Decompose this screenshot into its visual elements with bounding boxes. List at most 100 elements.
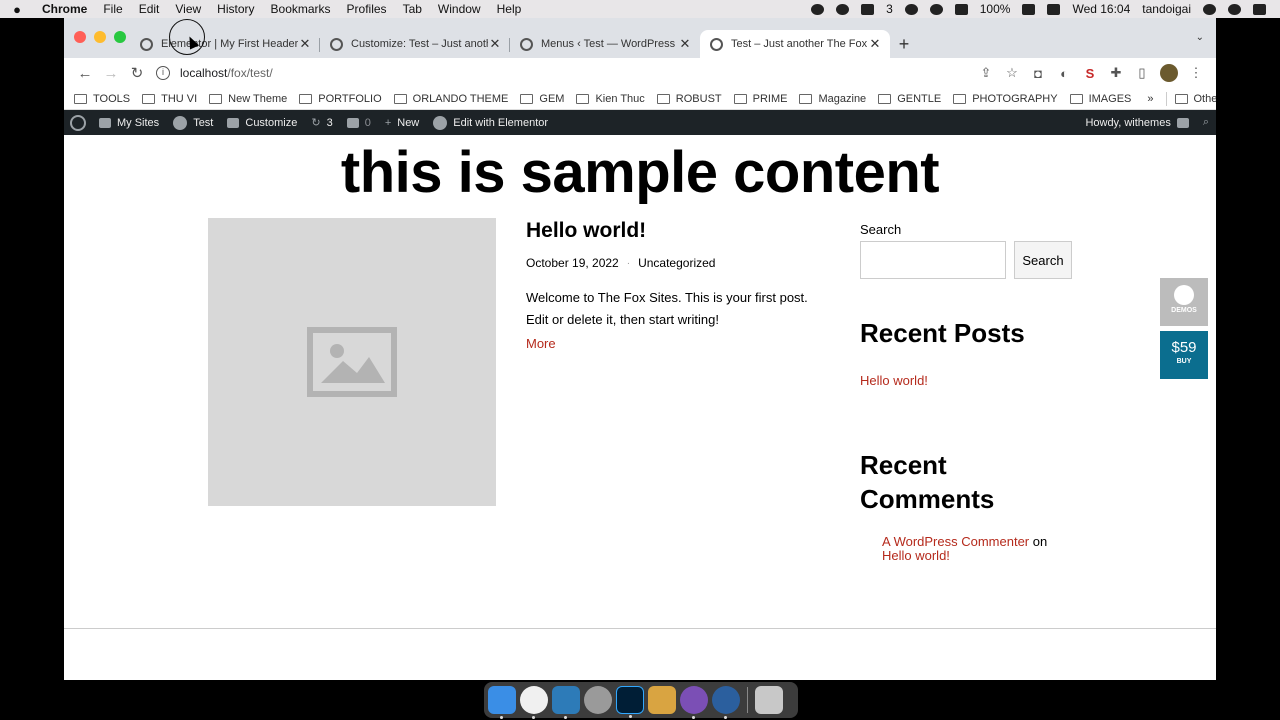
- bookmark-folder[interactable]: IMAGES: [1069, 93, 1131, 105]
- more-menu-icon[interactable]: ⋮: [1188, 65, 1204, 81]
- s-extension-icon[interactable]: S: [1082, 66, 1098, 81]
- bookmarks-overflow-button[interactable]: »: [1147, 93, 1153, 105]
- wp-my-sites[interactable]: My Sites: [92, 110, 166, 135]
- menu-view[interactable]: View: [167, 0, 209, 18]
- wp-comments[interactable]: 0: [340, 110, 378, 135]
- control-center-icon[interactable]: [1253, 3, 1266, 15]
- bookmark-folder[interactable]: Magazine: [799, 93, 866, 105]
- sourcetree-icon[interactable]: [552, 686, 580, 719]
- camera-extension-icon[interactable]: ◘: [1030, 66, 1046, 81]
- address-bar[interactable]: i localhost/fox/test/: [156, 60, 974, 86]
- wp-edit-elementor[interactable]: Edit with Elementor: [426, 110, 555, 135]
- forward-arrow-icon[interactable]: →: [98, 65, 124, 82]
- wp-customize[interactable]: Customize: [220, 110, 304, 135]
- close-tab-icon[interactable]: ✕: [868, 36, 882, 52]
- close-tab-icon[interactable]: ✕: [488, 36, 502, 52]
- bookmark-folder[interactable]: PHOTOGRAPHY: [953, 93, 1058, 105]
- volume-icon[interactable]: [954, 3, 968, 15]
- archive-utility-icon[interactable]: [648, 686, 676, 714]
- tab-elementor[interactable]: Elementor | My First Header ✕: [130, 30, 320, 58]
- comment-author-link[interactable]: A WordPress Commenter: [882, 534, 1029, 549]
- spotlight-search-icon[interactable]: [1203, 3, 1216, 15]
- close-tab-icon[interactable]: ✕: [298, 36, 312, 52]
- read-more-link[interactable]: More: [526, 336, 556, 351]
- post-date[interactable]: October 19, 2022: [526, 256, 619, 270]
- cloud-icon[interactable]: [836, 3, 850, 15]
- menu-bookmarks[interactable]: Bookmarks: [263, 0, 339, 18]
- flag-icon[interactable]: [1047, 3, 1061, 15]
- post-thumbnail[interactable]: [208, 218, 496, 506]
- menu-tab[interactable]: Tab: [395, 0, 430, 18]
- menu-app-name[interactable]: Chrome: [34, 0, 95, 18]
- alfred-icon[interactable]: [584, 686, 612, 714]
- back-arrow-icon[interactable]: ←: [72, 65, 98, 82]
- search-button[interactable]: Search: [1014, 241, 1072, 279]
- bookmark-folder[interactable]: GENTLE: [878, 93, 941, 105]
- buy-button[interactable]: $59 BUY: [1160, 331, 1208, 379]
- bookmark-star-icon[interactable]: ☆: [1004, 65, 1020, 81]
- wordpress-logo-icon[interactable]: [70, 114, 86, 131]
- menu-file[interactable]: File: [95, 0, 130, 18]
- other-bookmarks-folder[interactable]: Other Bookmarks: [1174, 93, 1216, 105]
- profile-avatar[interactable]: [1160, 64, 1178, 82]
- bookmark-folder[interactable]: ORLANDO THEME: [393, 93, 508, 105]
- quicktime-icon[interactable]: [712, 686, 740, 719]
- menu-help[interactable]: Help: [489, 0, 530, 18]
- wp-new[interactable]: + New: [378, 110, 426, 135]
- post-title[interactable]: Hello world!: [526, 219, 646, 243]
- wp-search[interactable]: ⌕: [1196, 110, 1216, 135]
- share-icon[interactable]: ⇪: [978, 65, 994, 81]
- user-name[interactable]: tandoigai: [1136, 0, 1197, 18]
- zoom-window-button[interactable]: [114, 31, 126, 43]
- site-info-icon[interactable]: i: [156, 66, 170, 80]
- menu-window[interactable]: Window: [430, 0, 489, 18]
- bookmark-folder[interactable]: Kien Thuc: [576, 93, 645, 105]
- close-window-button[interactable]: [74, 31, 86, 43]
- chrome-icon[interactable]: [520, 686, 548, 719]
- bookmark-folder[interactable]: PORTFOLIO: [299, 93, 382, 105]
- finder-icon[interactable]: [488, 686, 516, 719]
- menu-history[interactable]: History: [209, 0, 262, 18]
- menu-edit[interactable]: Edit: [131, 0, 168, 18]
- close-tab-icon[interactable]: ✕: [678, 36, 692, 52]
- record-icon[interactable]: [811, 3, 825, 15]
- bookmark-folder[interactable]: ROBUST: [656, 93, 722, 105]
- wp-site-name[interactable]: Test: [166, 110, 220, 135]
- wp-updates[interactable]: ↻ 3: [304, 110, 339, 135]
- tab-test-active[interactable]: Test – Just another The Fox Si ✕: [700, 30, 890, 58]
- extensions-puzzle-icon[interactable]: ✚: [1108, 65, 1124, 81]
- reload-icon[interactable]: ↻: [124, 64, 150, 82]
- github-desktop-icon[interactable]: [680, 686, 708, 719]
- bluetooth-icon[interactable]: [904, 3, 918, 15]
- bookmark-folder[interactable]: TOOLS: [74, 93, 130, 105]
- bookmark-folder[interactable]: PRIME: [733, 93, 787, 105]
- battery-icon[interactable]: [1022, 3, 1036, 15]
- photoshop-icon[interactable]: [616, 686, 644, 718]
- menu-profiles[interactable]: Profiles: [339, 0, 395, 18]
- bookmark-folder[interactable]: THU VI: [142, 93, 197, 105]
- adobe-icon[interactable]: [861, 3, 875, 15]
- post-category[interactable]: Uncategorized: [638, 256, 715, 270]
- trash-icon[interactable]: [755, 686, 783, 714]
- folder-icon: [142, 93, 156, 104]
- minimize-window-button[interactable]: [94, 31, 106, 43]
- comment-post-link[interactable]: Hello world!: [882, 548, 950, 563]
- new-tab-button[interactable]: +: [890, 30, 918, 58]
- folder-icon: [576, 93, 590, 104]
- bookmark-folder[interactable]: GEM: [520, 93, 564, 105]
- wifi-icon[interactable]: [929, 3, 943, 15]
- bookmark-folder[interactable]: New Theme: [209, 93, 287, 105]
- apple-menu-icon[interactable]: ●: [0, 2, 34, 17]
- search-input[interactable]: [860, 241, 1006, 279]
- demos-button[interactable]: DEMOS: [1160, 278, 1208, 326]
- recent-post-link[interactable]: Hello world!: [860, 373, 928, 388]
- colorzilla-extension-icon[interactable]: ◐: [1056, 66, 1072, 81]
- sidepanel-icon[interactable]: ▯: [1134, 65, 1150, 81]
- siri-icon[interactable]: [1228, 3, 1241, 15]
- wp-account[interactable]: Howdy, withemes: [1078, 110, 1195, 135]
- tab-customize[interactable]: Customize: Test – Just another ✕: [320, 30, 510, 58]
- tab-menus[interactable]: Menus ‹ Test — WordPress ✕: [510, 30, 700, 58]
- tab-search-chevron-icon[interactable]: ⌄: [1196, 32, 1204, 43]
- clock[interactable]: Wed 16:04: [1066, 0, 1136, 18]
- wordpress-favicon-icon: [140, 37, 153, 51]
